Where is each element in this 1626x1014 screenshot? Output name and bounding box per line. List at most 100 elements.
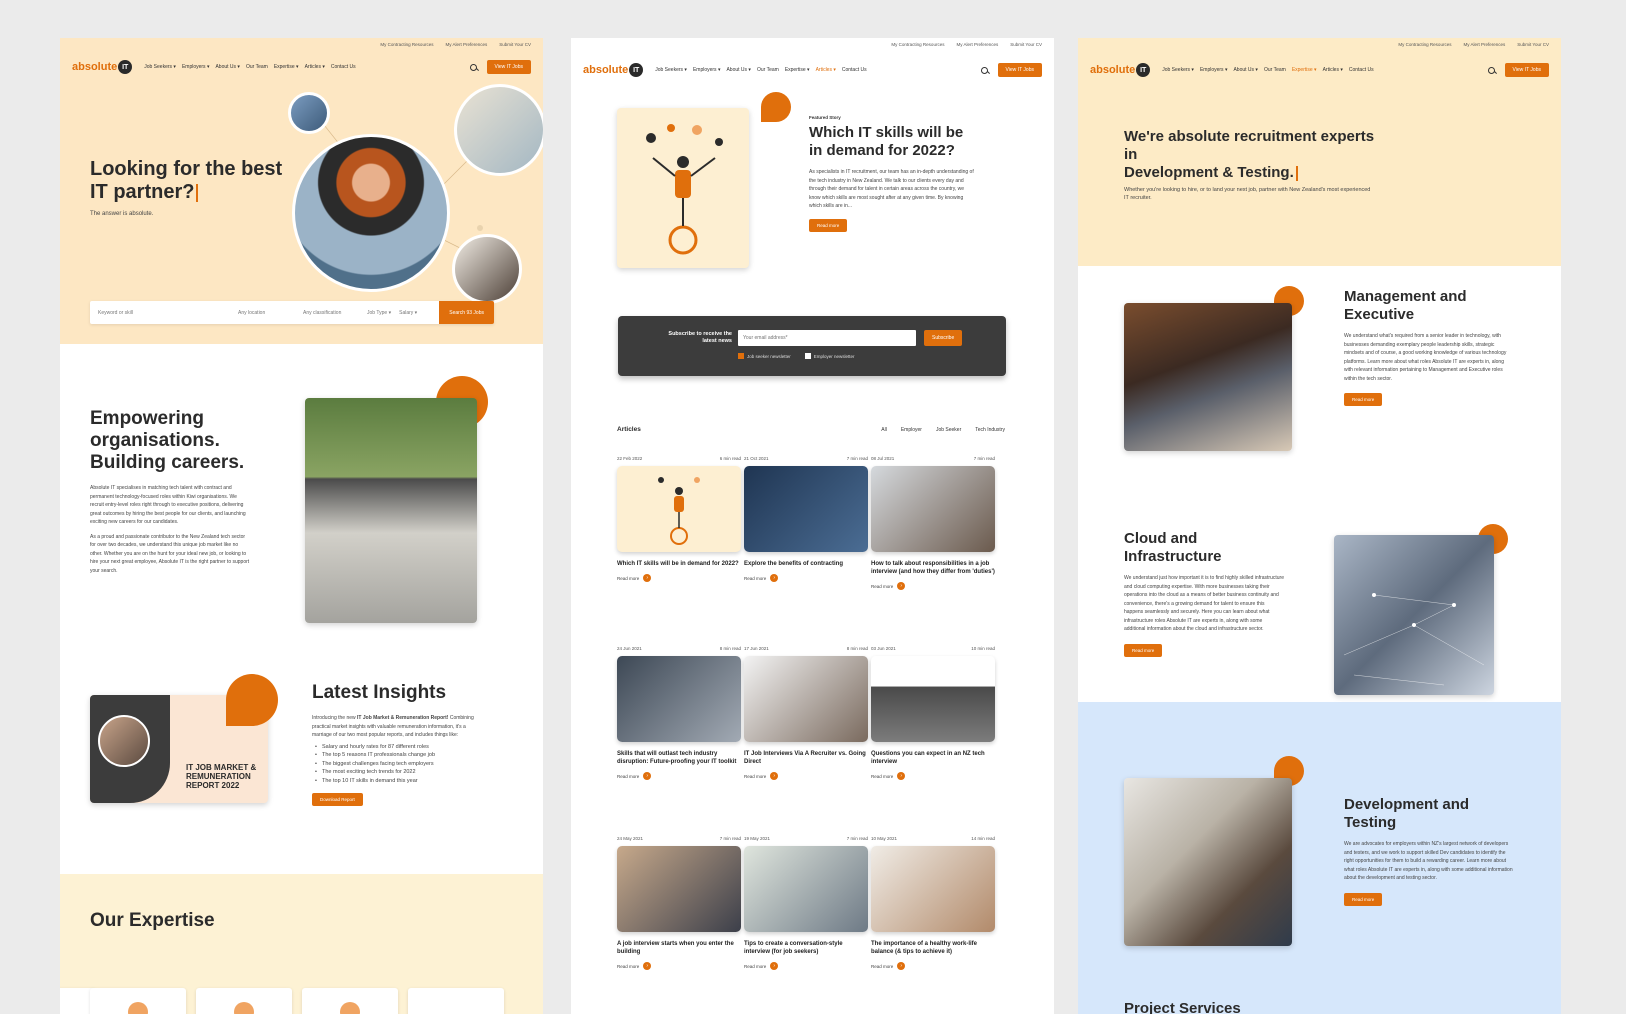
- utility-link[interactable]: My Alert Preferences: [956, 42, 998, 47]
- jobseeker-checkbox[interactable]: Job seeker newsletter: [738, 353, 791, 359]
- nav-team[interactable]: Our Team: [757, 67, 779, 73]
- article-image[interactable]: [871, 846, 995, 932]
- article-image[interactable]: [744, 656, 868, 742]
- nav-team[interactable]: Our Team: [1264, 67, 1286, 73]
- nav-job-seekers[interactable]: Job Seekers ▾: [144, 64, 176, 70]
- nav-articles[interactable]: Articles ▾: [1323, 67, 1343, 73]
- utility-link[interactable]: My Contracting Resources: [380, 42, 433, 47]
- nav-expertise[interactable]: Expertise ▾: [274, 64, 299, 70]
- article-card[interactable]: 24 May 2021 7 min read A job interview sta…: [617, 836, 741, 970]
- search-jobs-button[interactable]: Search 93 Jobs: [439, 301, 494, 324]
- view-jobs-button[interactable]: View IT Jobs: [997, 63, 1042, 77]
- search-icon[interactable]: [980, 66, 988, 74]
- nav-job-seekers[interactable]: Job Seekers ▾: [655, 67, 687, 73]
- location-select[interactable]: Any location: [230, 310, 295, 316]
- article-read-more[interactable]: Read more ›: [617, 962, 741, 970]
- article-read-more[interactable]: Read more ›: [744, 574, 868, 582]
- nav-about[interactable]: About Us ▾: [215, 64, 239, 70]
- filter-employer[interactable]: Employer: [901, 427, 922, 433]
- utility-link[interactable]: My Contracting Resources: [891, 42, 944, 47]
- article-title[interactable]: The importance of a healthy work-life ba…: [871, 940, 995, 956]
- nav-employers[interactable]: Employers ▾: [182, 64, 210, 70]
- utility-link[interactable]: My Alert Preferences: [445, 42, 487, 47]
- nav-expertise[interactable]: Expertise ▾: [785, 67, 810, 73]
- article-read-more[interactable]: Read more ›: [617, 574, 741, 582]
- view-jobs-button[interactable]: View IT Jobs: [486, 60, 531, 74]
- nav-contact[interactable]: Contact Us: [1349, 67, 1374, 73]
- logo[interactable]: absolute IT: [583, 63, 644, 77]
- nav-contact[interactable]: Contact Us: [331, 64, 356, 70]
- logo[interactable]: absolute IT: [72, 60, 133, 74]
- cloud-read-more-button[interactable]: Read more: [1124, 643, 1163, 657]
- expertise-card[interactable]: [90, 988, 186, 1014]
- article-title[interactable]: Explore the benefits of contracting: [744, 560, 868, 568]
- nav-about[interactable]: About Us ▾: [1233, 67, 1257, 73]
- article-title[interactable]: Tips to create a conversation-style inte…: [744, 940, 868, 956]
- filter-tech-industry[interactable]: Tech Industry: [975, 427, 1005, 433]
- expertise-card[interactable]: [196, 988, 292, 1014]
- nav-employers[interactable]: Employers ▾: [1200, 67, 1228, 73]
- article-card[interactable]: 03 Jun 2021 10 min read Questions you can …: [871, 646, 995, 780]
- expertise-card[interactable]: [302, 988, 398, 1014]
- article-card[interactable]: 24 Jun 2021 8 min read Skills that will ou…: [617, 646, 741, 780]
- article-image[interactable]: [617, 466, 741, 552]
- article-title[interactable]: A job interview starts when you enter th…: [617, 940, 741, 956]
- nav-job-seekers[interactable]: Job Seekers ▾: [1162, 67, 1194, 73]
- article-read-more[interactable]: Read more ›: [744, 962, 868, 970]
- job-type-select[interactable]: Job Type ▾: [363, 310, 395, 316]
- view-jobs-button[interactable]: View IT Jobs: [1504, 63, 1549, 77]
- article-title[interactable]: IT Job Interviews Via A Recruiter vs. Go…: [744, 750, 868, 766]
- management-read-more-button[interactable]: Read more: [1344, 393, 1383, 406]
- article-image[interactable]: [871, 656, 995, 742]
- nav-articles[interactable]: Articles ▾: [305, 64, 325, 70]
- article-card[interactable]: 22 Feb 2022 6 min read Which IT skills wil…: [617, 456, 741, 582]
- article-card[interactable]: 17 Jun 2021 8 min read IT Job Interviews V…: [744, 646, 868, 780]
- nav-articles[interactable]: Articles ▾: [816, 67, 836, 73]
- nav-expertise[interactable]: Expertise ▾: [1292, 67, 1317, 73]
- article-image[interactable]: [617, 846, 741, 932]
- classification-select[interactable]: Any classification: [295, 310, 363, 316]
- article-read-more[interactable]: Read more ›: [617, 772, 741, 780]
- keyword-input[interactable]: Keyword or skill: [90, 310, 230, 316]
- article-read-more[interactable]: Read more ›: [871, 582, 995, 590]
- utility-link[interactable]: My Contracting Resources: [1398, 42, 1451, 47]
- filter-all[interactable]: All: [881, 427, 887, 433]
- nav-team[interactable]: Our Team: [246, 64, 268, 70]
- subscribe-button[interactable]: Subscribe: [924, 330, 963, 346]
- article-card[interactable]: 21 Oct 2021 7 min read Explore the benefit…: [744, 456, 868, 582]
- employer-checkbox[interactable]: Employer newsletter: [804, 353, 855, 359]
- article-read-more[interactable]: Read more ›: [744, 772, 868, 780]
- article-card[interactable]: 19 May 2021 7 min read Tips to create a co…: [744, 836, 868, 970]
- article-card[interactable]: 10 May 2021 14 min read The importance of …: [871, 836, 995, 970]
- email-input[interactable]: [738, 330, 916, 346]
- logo[interactable]: absolute IT: [1090, 63, 1151, 77]
- development-read-more-button[interactable]: Read more: [1344, 892, 1383, 906]
- search-icon[interactable]: [469, 63, 477, 71]
- article-image[interactable]: [871, 466, 995, 552]
- article-image[interactable]: [617, 656, 741, 742]
- article-title[interactable]: Skills that will outlast tech industry d…: [617, 750, 741, 766]
- download-report-button[interactable]: Download Report: [312, 793, 363, 806]
- article-read-more[interactable]: Read more ›: [871, 772, 995, 780]
- article-read-more[interactable]: Read more ›: [871, 962, 995, 970]
- expertise-card[interactable]: [408, 988, 504, 1014]
- utility-link[interactable]: Submit Your CV: [1010, 42, 1042, 47]
- utility-link[interactable]: Submit Your CV: [1517, 42, 1549, 47]
- article-title[interactable]: Which IT skills will be in demand for 20…: [617, 560, 741, 568]
- read-more-label: Read more: [617, 575, 640, 581]
- featured-title[interactable]: Which IT skills will be in demand for 20…: [809, 124, 977, 160]
- article-card[interactable]: 08 Jul 2021 7 min read How to talk about r…: [871, 456, 995, 590]
- nav-about[interactable]: About Us ▾: [726, 67, 750, 73]
- article-image[interactable]: [744, 846, 868, 932]
- search-icon[interactable]: [1487, 66, 1495, 74]
- utility-link[interactable]: Submit Your CV: [499, 42, 531, 47]
- article-title[interactable]: Questions you can expect in an NZ tech i…: [871, 750, 995, 766]
- nav-employers[interactable]: Employers ▾: [693, 67, 721, 73]
- nav-contact[interactable]: Contact Us: [842, 67, 867, 73]
- salary-select[interactable]: Salary ▾: [395, 310, 421, 316]
- article-title[interactable]: How to talk about responsibilities in a …: [871, 560, 995, 576]
- utility-link[interactable]: My Alert Preferences: [1463, 42, 1505, 47]
- filter-job-seeker[interactable]: Job Seeker: [936, 427, 961, 433]
- featured-read-more-button[interactable]: Read more: [809, 218, 848, 232]
- article-image[interactable]: [744, 466, 868, 552]
